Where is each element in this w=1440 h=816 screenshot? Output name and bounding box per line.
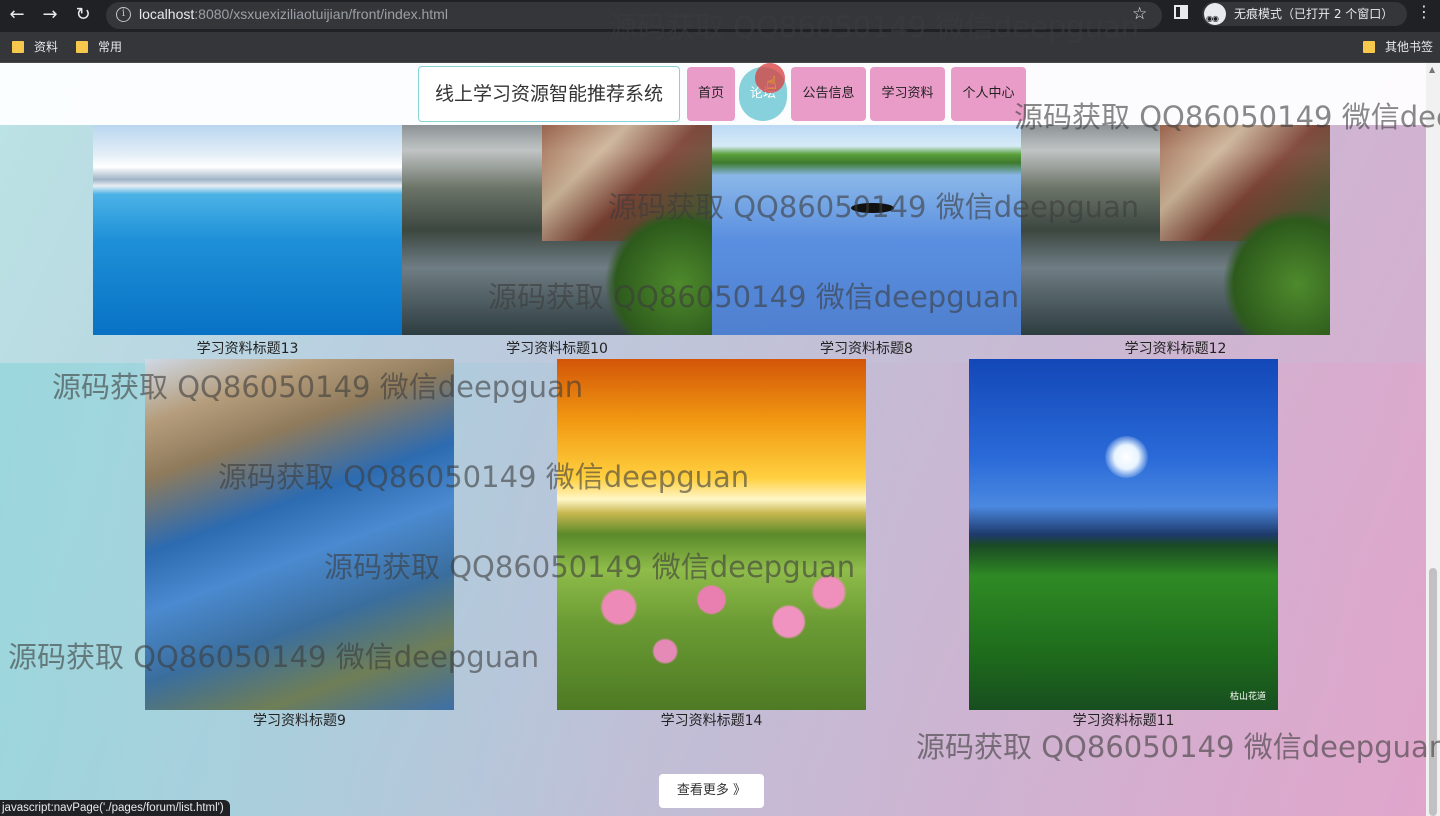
hand-cursor-icon: ☝ [766,73,777,94]
material-image[interactable] [1021,125,1330,335]
material-title[interactable]: 学习资料标题9 [145,710,454,730]
folder-icon [76,41,88,53]
back-icon[interactable]: ← [4,2,30,28]
scrollbar-thumb[interactable] [1429,568,1437,816]
material-title[interactable]: 学习资料标题14 [557,710,866,730]
forward-icon[interactable]: → [37,2,63,28]
nav-study-materials[interactable]: 学习资料 [870,67,945,121]
material-image[interactable] [145,359,454,710]
material-title[interactable]: 学习资料标题11 [969,710,1278,730]
nav-announcements[interactable]: 公告信息 [791,67,866,121]
material-card[interactable]: 学习资料标题9 [145,359,454,729]
material-card[interactable]: 学习资料标题8 [712,125,1021,357]
site-title: 线上学习资源智能推荐系统 [418,66,680,122]
site-info-icon[interactable]: i [116,7,131,22]
other-bookmarks[interactable]: 其他书签 [1363,39,1433,55]
page-scrollbar[interactable]: ▲ [1426,63,1440,816]
url-path: :8080/xsxuexiziliaotuijian/front/index.h… [194,6,448,22]
status-bar-link-preview: javascript:navPage('./pages/forum/list.h… [0,800,230,816]
page-viewport: 线上学习资源智能推荐系统 首页 论坛 公告信息 学习资料 个人中心 ☝ 学习资料… [0,63,1440,816]
material-card[interactable]: 学习资料标题10 [402,125,712,357]
bookmark-folder-ziliao[interactable]: 资料 [12,39,58,55]
browser-toolbar: ← → ↻ i localhost:8080/xsxuexiziliaotuij… [0,0,1440,32]
material-title[interactable]: 学习资料标题12 [1021,338,1330,358]
nav-personal-center[interactable]: 个人中心 [951,67,1026,121]
material-image[interactable] [402,125,712,335]
bookmark-folder-changyong[interactable]: 常用 [76,39,122,55]
reload-icon[interactable]: ↻ [70,2,96,28]
scroll-up-icon[interactable]: ▲ [1429,65,1435,74]
material-title[interactable]: 学习资料标题8 [712,338,1021,358]
incognito-indicator[interactable]: 无痕模式（已打开 2 个窗口） [1202,2,1408,31]
other-bookmarks-label: 其他书签 [1385,40,1434,54]
bookmark-label: 资料 [34,40,59,54]
site-header: 线上学习资源智能推荐系统 首页 论坛 公告信息 学习资料 个人中心 ☝ [0,63,1426,125]
material-image[interactable] [712,125,1021,335]
material-title[interactable]: 学习资料标题13 [93,338,402,358]
side-panel-icon[interactable] [1174,5,1188,19]
folder-icon [12,41,24,53]
material-card[interactable]: 学习资料标题14 [557,359,866,729]
material-image[interactable] [557,359,866,710]
material-card[interactable]: 学习资料标题13 [93,125,402,357]
bookmark-star-icon[interactable]: ☆ [1132,4,1147,24]
nav-home[interactable]: 首页 [687,67,735,121]
incognito-label: 无痕模式（已打开 2 个窗口） [1234,7,1394,21]
material-image[interactable] [93,125,402,335]
material-image[interactable]: 枯山花道 [969,359,1278,710]
material-title[interactable]: 学习资料标题10 [402,338,712,358]
address-bar[interactable]: i localhost:8080/xsxuexiziliaotuijian/fr… [106,2,1162,29]
image-source-mark: 枯山花道 [1229,692,1266,702]
material-card[interactable]: 学习资料标题12 [1021,125,1330,357]
bookmarks-bar: 资料 常用 其他书签 [0,32,1440,63]
folder-icon [1363,41,1375,53]
browser-menu-icon[interactable]: ⋮ [1416,2,1432,21]
incognito-icon [1204,3,1226,31]
url-text[interactable]: localhost:8080/xsxuexiziliaotuijian/fron… [139,6,448,22]
view-more-button[interactable]: 查看更多 》 [659,774,764,808]
material-card[interactable]: 枯山花道 学习资料标题11 [969,359,1278,729]
bookmark-label: 常用 [98,40,123,54]
url-host: localhost [139,6,195,22]
